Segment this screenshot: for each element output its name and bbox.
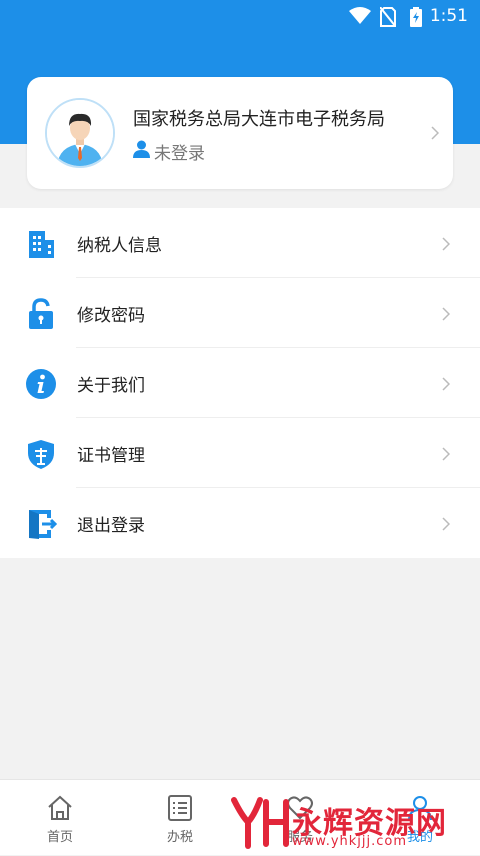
menu-item-about-us[interactable]: 关于我们 [0,348,480,418]
profile-card[interactable]: 国家税务总局大连市电子税务局 未登录 [27,77,453,189]
login-status-row[interactable]: 未登录 [133,140,205,164]
status-time: 1:51 [429,6,468,26]
org-name: 国家税务总局大连市电子税务局 [133,109,385,130]
tab-label: 首页 [46,830,73,845]
tab-home[interactable]: 首页 [0,780,120,856]
chevron-right-icon [431,125,440,144]
menu-item-logout[interactable]: 退出登录 [0,488,480,558]
settings-menu: 纳税人信息 修改密码 关于我们 证书管理 退出登录 [0,208,480,558]
watermark-logo-icon [228,794,292,854]
user-icon [133,140,150,162]
lock-icon [25,298,57,330]
chevron-right-icon [442,376,451,395]
menu-item-change-password[interactable]: 修改密码 [0,278,480,348]
menu-label: 证书管理 [77,446,145,466]
chevron-right-icon [442,516,451,535]
battery-charging-icon [410,7,422,31]
wifi-icon [349,7,371,29]
login-status: 未登录 [154,143,205,164]
list-icon [166,794,194,826]
watermark-url: www.yhkjjj.com [292,834,408,849]
building-icon [25,228,57,260]
no-sim-icon [379,6,397,31]
chevron-right-icon [442,306,451,325]
tab-label: 办税 [166,830,193,845]
info-icon [25,368,57,400]
menu-label: 修改密码 [77,306,145,326]
chevron-right-icon [442,236,451,255]
menu-item-taxpayer-info[interactable]: 纳税人信息 [0,208,480,278]
tab-tax[interactable]: 办税 [120,780,240,856]
user-avatar-icon [45,98,115,168]
menu-label: 纳税人信息 [77,236,162,256]
menu-label: 退出登录 [77,516,145,536]
logout-icon [25,508,58,540]
status-bar: 1:51 [0,0,480,34]
shield-icon [25,438,57,470]
chevron-right-icon [442,446,451,465]
watermark: 永辉资源网 www.yhkjjj.com [228,796,447,852]
home-icon [46,794,74,826]
menu-item-certificate-management[interactable]: 证书管理 [0,418,480,488]
menu-label: 关于我们 [77,376,145,396]
